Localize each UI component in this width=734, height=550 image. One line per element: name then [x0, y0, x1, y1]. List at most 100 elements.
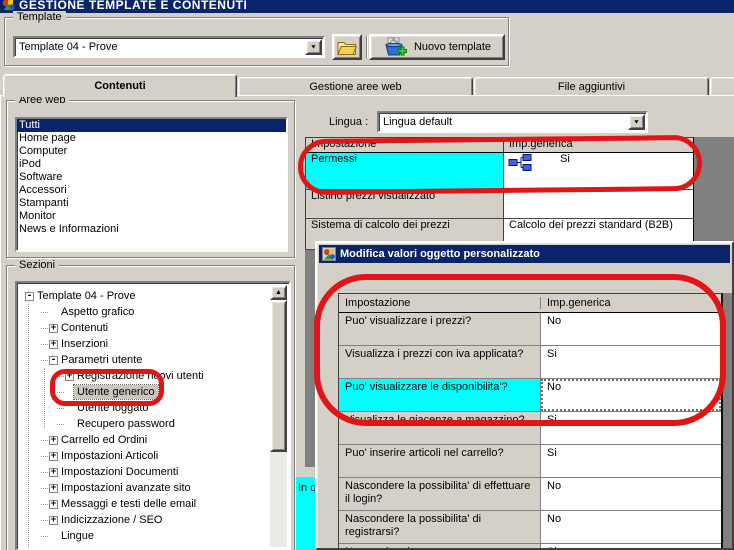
dialog-setting-row[interactable]: Puo' inserire articoli nel carrello? Si [339, 445, 721, 478]
list-item[interactable]: News e Informazioni [17, 223, 286, 236]
tab-partial[interactable] [710, 77, 734, 95]
tree-rows: - Template 04 - Prove Aspetto grafico + … [19, 288, 270, 547]
sezioni-tree[interactable]: - Template 04 - Prove Aspetto grafico + … [15, 281, 291, 550]
tree-expand-icon[interactable]: + [49, 483, 58, 493]
settings-row[interactable]: Permessi Si [306, 153, 693, 190]
tree-expand-icon[interactable]: + [49, 435, 58, 445]
dialog-setting-value-cell[interactable]: Si [541, 412, 721, 444]
dialog-setting-value-cell[interactable]: No [541, 313, 721, 345]
setting-label-cell[interactable]: Listino prezzi visualizzato [306, 190, 504, 218]
settings-row[interactable]: Listino prezzi visualizzato [306, 190, 693, 219]
tab-contenuti[interactable]: Contenuti [3, 74, 237, 97]
dialog-setting-value-cell[interactable]: No [541, 379, 721, 411]
tree-stub [41, 327, 48, 329]
dialog-setting-row[interactable]: Puo' visualizzare i prezzi? No [339, 313, 721, 346]
tree-item-label: Utente loggato [77, 402, 149, 414]
list-item[interactable]: Computer [17, 145, 286, 158]
dialog-setting-row[interactable]: Visualizza i prezzi con iva applicata? S… [339, 346, 721, 379]
tree-expand-icon[interactable]: + [49, 499, 58, 509]
tree-item[interactable]: + Inserzioni [19, 336, 270, 352]
template-group-label: Template [13, 11, 66, 23]
dialog-setting-label-cell[interactable]: Nascondere i ... [339, 544, 541, 548]
dialog-setting-row[interactable]: Nascondere la possibilita' di registrars… [339, 511, 721, 544]
col-impostazione: Impostazione [306, 138, 504, 152]
tree-expand-icon[interactable]: - [25, 291, 34, 301]
dialog-titlebar[interactable]: Modifica valori oggetto personalizzato [319, 245, 730, 263]
tree-item[interactable]: + Contenuti [19, 320, 270, 336]
dialog-setting-value-cell[interactable]: No [541, 511, 721, 543]
tree-expand-icon[interactable]: - [49, 355, 58, 365]
dialog-setting-label-cell[interactable]: Puo' inserire articoli nel carrello? [339, 445, 541, 477]
tree-item-label: Pannello amministrativo [58, 545, 181, 547]
list-item[interactable]: Software [17, 171, 286, 184]
dialog-setting-value-cell[interactable]: Si [541, 346, 721, 378]
tab-file-aggiuntivi[interactable]: File aggiuntivi [474, 77, 709, 95]
lingua-combobox-arrow-icon[interactable] [628, 114, 645, 130]
tree-scrollbar[interactable] [270, 285, 287, 547]
dialog-setting-row[interactable]: Nascondere i ... Si [339, 544, 721, 548]
template-combobox[interactable]: Template 04 - Prove [13, 36, 325, 58]
tree-stub [41, 359, 48, 361]
dialog-setting-row[interactable]: Nascondere la possibilita' di effettuare… [339, 478, 721, 511]
tree-expand-icon[interactable]: + [49, 467, 58, 477]
tree-item[interactable]: + Impostazioni Documenti [19, 464, 270, 480]
dialog-setting-label-cell[interactable]: Nascondere la possibilita' di registrars… [339, 511, 541, 543]
tree-expand-icon[interactable]: + [49, 515, 58, 525]
tree-item[interactable]: + Impostazioni Articoli [19, 448, 270, 464]
tree-item[interactable]: + Messaggi e testi delle email [19, 496, 270, 512]
tree-item[interactable]: Recupero password [19, 416, 270, 432]
setting-value-cell[interactable]: Si [504, 153, 693, 189]
dialog-setting-label-cell[interactable]: Puo' visualizzare le disponibilita'? [339, 379, 541, 411]
window-titlebar[interactable]: GESTIONE TEMPLATE E CONTENUTI [0, 0, 734, 13]
new-template-button[interactable]: Nuovo template [369, 34, 505, 60]
tree-item[interactable]: + Carrello ed Ordini [19, 432, 270, 448]
tree-stub [41, 535, 48, 537]
dialog-setting-label-cell[interactable]: Puo' visualizzare i prezzi? [339, 313, 541, 345]
dialog-setting-label-cell[interactable]: Visualizza le giacenze a magazzino? [339, 412, 541, 444]
list-item[interactable]: iPod [17, 158, 286, 171]
tree-item[interactable]: Lingue [19, 528, 270, 544]
dialog-setting-label-cell[interactable]: Visualizza i prezzi con iva applicata? [339, 346, 541, 378]
col-imp-generica: Imp.generica [547, 297, 611, 309]
folder-icon [337, 41, 357, 55]
tree-expand-icon[interactable]: + [49, 451, 58, 461]
aree-web-listbox[interactable]: Tutti Home page Computer iPod Software A… [15, 117, 288, 252]
setting-value-cell[interactable] [504, 190, 693, 218]
template-combobox-arrow-icon[interactable] [305, 39, 322, 55]
dialog-setting-row[interactable]: Visualizza le giacenze a magazzino? Si [339, 412, 721, 445]
tree-item[interactable]: Aspetto grafico [19, 304, 270, 320]
tree-item-label: Aspetto grafico [61, 306, 135, 318]
list-item[interactable]: Tutti [17, 119, 286, 132]
list-item[interactable]: Home page [17, 132, 286, 145]
lingua-combobox[interactable]: Lingua default [377, 111, 648, 133]
dialog-rows: Puo' visualizzare i prezzi? No Visualizz… [339, 313, 721, 548]
tree-item[interactable]: + Impostazioni avanzate sito [19, 480, 270, 496]
tree-expand-icon[interactable]: + [49, 339, 58, 349]
tree-item-label: Carrello ed Ordini [61, 434, 148, 446]
list-item[interactable]: Stampanti [17, 197, 286, 210]
tree-item[interactable]: Pannello amministrativo [19, 544, 270, 547]
tree-item[interactable]: - Template 04 - Prove [19, 288, 270, 304]
setting-label-cell[interactable]: Permessi [306, 153, 504, 189]
tree-expand-icon[interactable]: + [49, 323, 58, 333]
dialog-setting-value-cell[interactable]: Si [541, 544, 721, 548]
col-imp-generica: Imp.generica [509, 138, 573, 150]
tree-item-label: Contenuti [61, 322, 109, 334]
dialog-setting-row[interactable]: Puo' visualizzare le disponibilita'? No [339, 379, 721, 412]
tree-expand-icon[interactable]: + [65, 371, 74, 381]
dialog-setting-value-cell[interactable]: Si [541, 445, 721, 477]
tree-item[interactable]: Utente generico [19, 384, 270, 400]
scrollbar-up-icon[interactable] [270, 285, 287, 300]
tab-gestione-aree-web[interactable]: Gestione aree web [238, 77, 473, 95]
tree-item[interactable]: Utente loggato [19, 400, 270, 416]
tree-item-label: Utente generico [73, 384, 159, 400]
scrollbar-thumb[interactable] [270, 300, 287, 452]
open-folder-button[interactable] [332, 34, 362, 60]
tree-item[interactable]: - Parametri utente [19, 352, 270, 368]
tree-item[interactable]: + Indicizzazione / SEO [19, 512, 270, 528]
dialog-setting-value-cell[interactable]: No [541, 478, 721, 510]
dialog-setting-label-cell[interactable]: Nascondere la possibilita' di effettuare… [339, 478, 541, 510]
list-item[interactable]: Accessori [17, 184, 286, 197]
tree-item[interactable]: + Registrazione nuovi utenti [19, 368, 270, 384]
list-item[interactable]: Monitor [17, 210, 286, 223]
